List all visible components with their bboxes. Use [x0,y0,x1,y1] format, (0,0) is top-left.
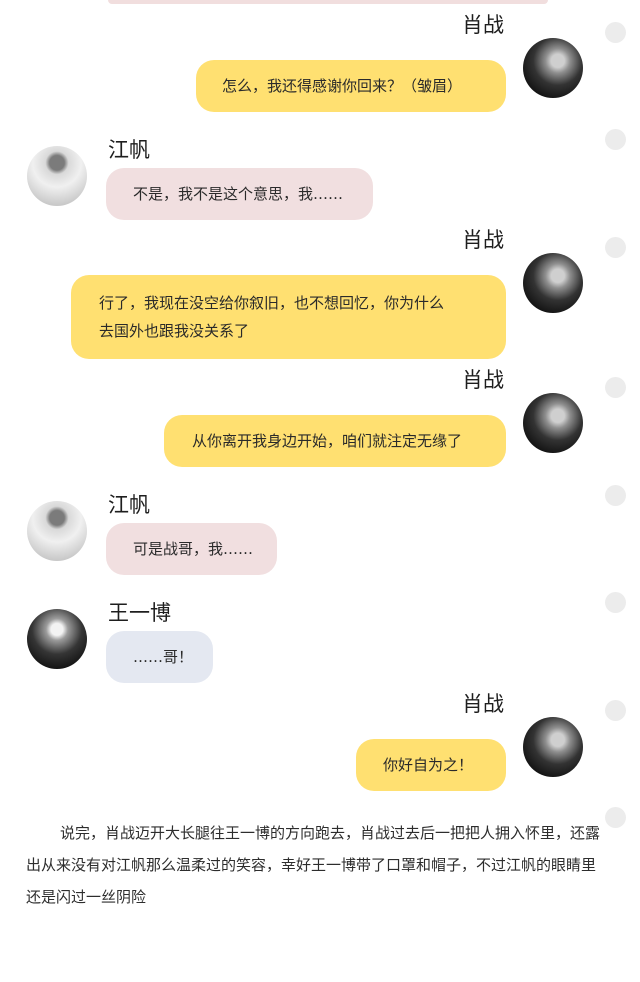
speaker-name: 王一博 [108,601,171,625]
speaker-name: 肖战 [462,368,504,392]
chat-message: 肖战 你好自为之！ [0,692,640,797]
chat-message: 肖战 怎么，我还得感谢你回来？（皱眉） [0,13,640,118]
chat-message: 肖战 行了，我现在没空给你叙旧，也不想回忆，你为什么 去国外也跟我没关系了 [0,228,640,363]
speaker-name: 江帆 [108,138,150,162]
chat-message: 王一博 ……哥！ [0,601,640,689]
xiao-zhan-avatar-icon [523,253,583,313]
message-bubble: 怎么，我还得感谢你回来？（皱眉） [196,60,506,112]
previous-message-bubble-edge [108,0,548,4]
speaker-name: 肖战 [462,13,504,37]
narration-paragraph: 说完，肖战迈开大长腿往王一博的方向跑去，肖战过去后一把把人拥入怀里，还露出从来没… [26,824,601,906]
message-bubble: 可是战哥，我…… [106,523,277,575]
message-bubble: 你好自为之！ [356,739,506,791]
jiang-fan-avatar-icon [27,501,87,561]
speaker-name: 肖战 [462,692,504,716]
jiang-fan-avatar-icon [27,146,87,206]
speaker-name: 肖战 [462,228,504,252]
speaker-name: 江帆 [108,493,150,517]
xiao-zhan-avatar-icon [523,38,583,98]
xiao-zhan-avatar-icon [523,393,583,453]
message-bubble: 不是，我不是这个意思，我…… [106,168,373,220]
selection-dot-icon[interactable] [605,807,626,828]
wang-yibo-avatar-icon [27,609,87,669]
chat-message: 江帆 不是，我不是这个意思，我…… [0,138,640,226]
chat-message: 江帆 可是战哥，我…… [0,493,640,581]
message-bubble: 从你离开我身边开始，咱们就注定无缘了 [164,415,506,467]
message-bubble: ……哥！ [106,631,213,683]
message-bubble: 行了，我现在没空给你叙旧，也不想回忆，你为什么 去国外也跟我没关系了 [71,275,506,359]
xiao-zhan-avatar-icon [523,717,583,777]
chat-message: 肖战 从你离开我身边开始，咱们就注定无缘了 [0,368,640,473]
